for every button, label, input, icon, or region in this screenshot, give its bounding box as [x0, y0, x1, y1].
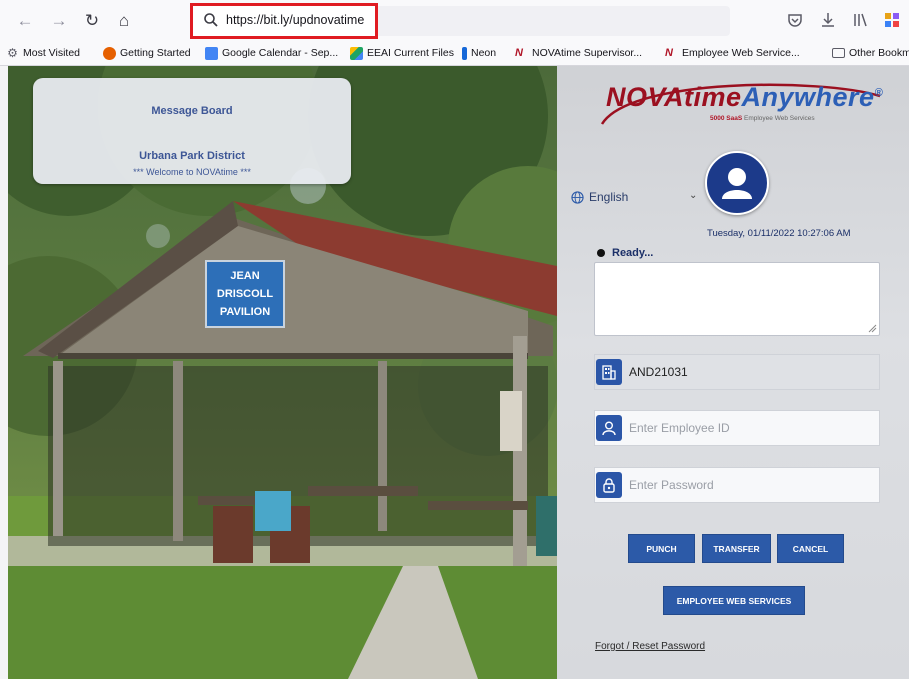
extension-icon[interactable] — [882, 10, 902, 30]
bookmark-employee-web-services[interactable]: N Employee Web Service... — [665, 45, 800, 61]
novatime-icon: N — [515, 46, 523, 59]
url-text: https://bit.ly/updnovatime — [226, 13, 365, 27]
company-code-value: AND21031 — [629, 365, 688, 379]
page-content: JEAN DRISCOLL PAVILION Message Board Urb… — [0, 66, 909, 679]
bookmark-most-visited[interactable]: ⚙ Most Visited — [6, 45, 80, 61]
sign-line-2: DRISCOLL — [217, 288, 274, 300]
logo-part-nova: NOVAtime — [606, 82, 742, 112]
folder-icon — [832, 48, 845, 58]
transfer-button[interactable]: TRANSFER — [702, 534, 771, 563]
logo-registered: ® — [874, 87, 884, 99]
message-board-title: Message Board — [151, 105, 233, 117]
logo-subtitle: 5000 SaaS Employee Web Services — [710, 115, 815, 122]
reload-icon[interactable]: ↻ — [81, 10, 103, 32]
download-icon[interactable] — [818, 10, 838, 30]
bookmark-getting-started[interactable]: Getting Started — [103, 45, 191, 61]
employee-id-field[interactable]: Enter Employee ID — [594, 410, 880, 446]
status-message-box[interactable] — [594, 262, 880, 336]
password-field[interactable]: Enter Password — [594, 467, 880, 503]
search-icon — [204, 13, 218, 27]
sign-line-1: JEAN — [230, 270, 259, 282]
bookmark-label: NOVAtime Supervisor... — [532, 47, 643, 59]
calendar-icon — [205, 46, 218, 60]
lock-icon — [596, 472, 622, 498]
bookmark-novatime-supervisor[interactable]: N NOVAtime Supervisor... — [515, 45, 642, 61]
bookmarks-bar: ⚙ Most Visited Getting Started Google Ca… — [0, 40, 909, 66]
bookmark-label: Neon — [471, 47, 497, 59]
status-dot-icon — [597, 249, 605, 257]
language-selector[interactable]: English — [571, 190, 628, 204]
globe-icon — [571, 190, 584, 204]
chevron-down-icon[interactable]: ⌄ — [689, 190, 697, 201]
status-text: Ready... — [612, 247, 654, 259]
bookmark-label: Google Calendar - Sep... — [222, 47, 339, 59]
url-bar[interactable]: https://bit.ly/updnovatime — [190, 3, 378, 39]
login-panel: NOVAtimeAnywhere® 5000 SaaS Employee Web… — [557, 66, 909, 679]
message-board: Message Board Urbana Park District *** W… — [33, 78, 351, 184]
novatime-icon: N — [665, 46, 673, 59]
password-placeholder: Enter Password — [629, 478, 714, 492]
company-code-field: AND21031 — [594, 354, 880, 390]
resize-handle-icon[interactable] — [867, 323, 877, 333]
pocket-icon[interactable] — [785, 10, 805, 30]
logo-subtitle-bold: 5000 SaaS — [710, 115, 743, 122]
back-arrow-icon[interactable]: ← — [14, 10, 36, 32]
sign-line-3: PAVILION — [220, 306, 270, 318]
employee-web-services-button[interactable]: EMPLOYEE WEB SERVICES — [663, 586, 805, 615]
bookmark-label: Getting Started — [120, 47, 191, 59]
home-icon[interactable]: ⌂ — [113, 10, 135, 32]
bookmark-label: Other Bookm — [849, 47, 909, 59]
neon-icon — [462, 46, 467, 60]
gear-icon: ⚙ — [7, 45, 18, 60]
user-avatar-icon — [705, 151, 769, 215]
bookmark-label: EEAI Current Files — [367, 47, 454, 59]
message-board-org: Urbana Park District — [139, 150, 245, 162]
logo-subtitle-rest: Employee Web Services — [743, 115, 815, 122]
message-board-welcome: *** Welcome to NOVAtime *** — [133, 167, 251, 177]
forward-arrow-icon[interactable]: → — [48, 10, 70, 32]
drive-icon — [350, 46, 363, 60]
bookmark-neon[interactable]: Neon — [462, 45, 496, 61]
firefox-icon — [103, 46, 116, 60]
punch-button[interactable]: PUNCH — [628, 534, 695, 563]
employee-id-placeholder: Enter Employee ID — [629, 421, 730, 435]
bookmark-label: Most Visited — [23, 47, 80, 59]
building-icon — [596, 359, 622, 385]
browser-toolbar: ← → ↻ ⌂ https://bit.ly/updnovatime — [0, 0, 909, 40]
bookmark-google-calendar[interactable]: Google Calendar - Sep... — [205, 45, 338, 61]
user-icon — [596, 415, 622, 441]
bookmark-label: Employee Web Service... — [682, 47, 800, 59]
language-label: English — [589, 190, 629, 204]
novatime-logo: NOVAtimeAnywhere® 5000 SaaS Employee Web… — [590, 82, 886, 132]
forgot-password-link[interactable]: Forgot / Reset Password — [595, 641, 705, 652]
cancel-button[interactable]: CANCEL — [777, 534, 844, 563]
bookmark-eeai-files[interactable]: EEAI Current Files — [350, 45, 454, 61]
bookmark-other[interactable]: Other Bookm — [832, 45, 909, 61]
logo-part-anywhere: Anywhere — [741, 82, 875, 112]
date-time: Tuesday, 01/11/2022 10:27:06 AM — [707, 228, 851, 239]
library-icon[interactable] — [850, 10, 870, 30]
